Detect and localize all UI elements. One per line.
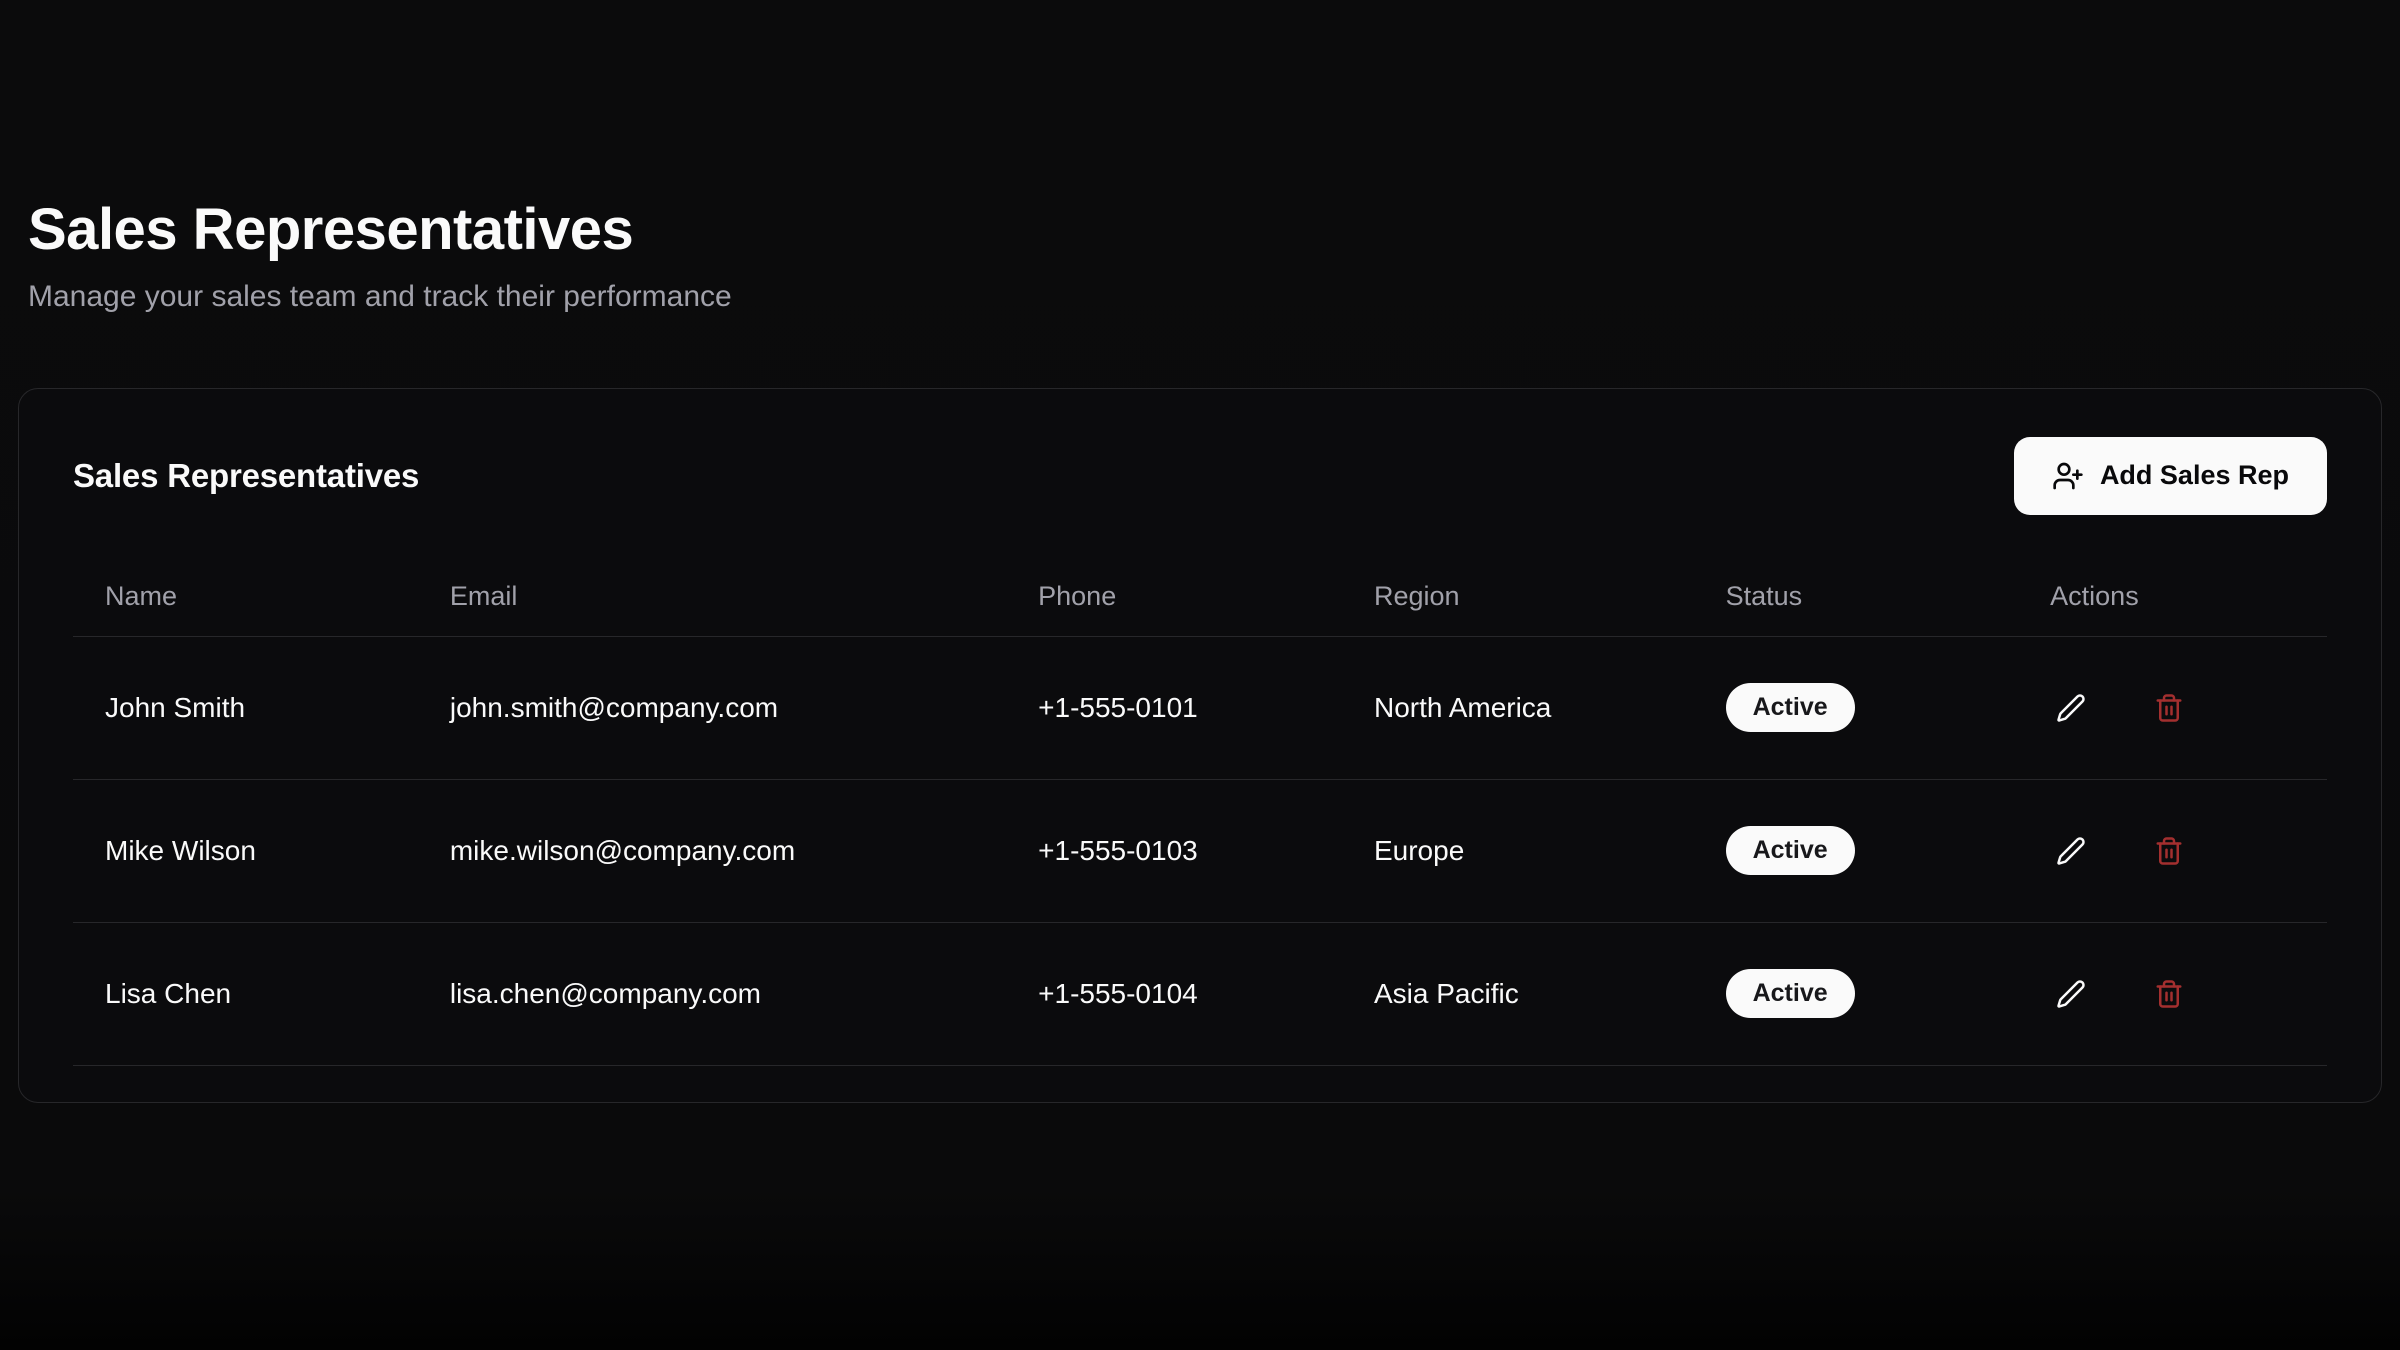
page-title: Sales Representatives bbox=[28, 198, 2372, 262]
column-header-status: Status bbox=[1694, 557, 2019, 637]
sales-reps-card: Sales Representatives Add Sales Rep bbox=[18, 388, 2382, 1103]
table-row: John Smith john.smith@company.com +1-555… bbox=[73, 636, 2327, 779]
add-sales-rep-label: Add Sales Rep bbox=[2100, 460, 2289, 491]
pencil-icon bbox=[2056, 836, 2086, 866]
pencil-icon bbox=[2056, 979, 2086, 1009]
rep-region: Europe bbox=[1342, 779, 1694, 922]
add-sales-rep-button[interactable]: Add Sales Rep bbox=[2014, 437, 2327, 515]
delete-button[interactable] bbox=[2148, 973, 2190, 1015]
column-header-email: Email bbox=[418, 557, 1006, 637]
status-badge: Active bbox=[1726, 683, 1855, 732]
rep-region: Asia Pacific bbox=[1342, 922, 1694, 1065]
rep-name: John Smith bbox=[73, 636, 418, 779]
rep-email: mike.wilson@company.com bbox=[418, 779, 1006, 922]
user-plus-icon bbox=[2052, 460, 2084, 492]
status-badge: Active bbox=[1726, 826, 1855, 875]
trash-icon bbox=[2154, 979, 2184, 1009]
trash-icon bbox=[2154, 693, 2184, 723]
card-header: Sales Representatives Add Sales Rep bbox=[73, 437, 2327, 515]
column-header-name: Name bbox=[73, 557, 418, 637]
sales-reps-table: Name Email Phone Region Status Actions J… bbox=[73, 557, 2327, 1066]
row-actions bbox=[2050, 973, 2295, 1015]
delete-button[interactable] bbox=[2148, 687, 2190, 729]
pencil-icon bbox=[2056, 693, 2086, 723]
edit-button[interactable] bbox=[2050, 973, 2092, 1015]
table-header-row: Name Email Phone Region Status Actions bbox=[73, 557, 2327, 637]
rep-name: Mike Wilson bbox=[73, 779, 418, 922]
row-actions bbox=[2050, 830, 2295, 872]
rep-phone: +1-555-0103 bbox=[1006, 779, 1342, 922]
column-header-region: Region bbox=[1342, 557, 1694, 637]
page-header: Sales Representatives Manage your sales … bbox=[18, 0, 2382, 314]
page-subtitle: Manage your sales team and track their p… bbox=[28, 280, 2372, 314]
table-row: Mike Wilson mike.wilson@company.com +1-5… bbox=[73, 779, 2327, 922]
rep-email: lisa.chen@company.com bbox=[418, 922, 1006, 1065]
delete-button[interactable] bbox=[2148, 830, 2190, 872]
rep-name: Lisa Chen bbox=[73, 922, 418, 1065]
row-actions bbox=[2050, 687, 2295, 729]
status-badge: Active bbox=[1726, 969, 1855, 1018]
page: Sales Representatives Manage your sales … bbox=[0, 0, 2400, 1103]
rep-phone: +1-555-0101 bbox=[1006, 636, 1342, 779]
edit-button[interactable] bbox=[2050, 687, 2092, 729]
column-header-actions: Actions bbox=[2018, 557, 2327, 637]
edit-button[interactable] bbox=[2050, 830, 2092, 872]
rep-region: North America bbox=[1342, 636, 1694, 779]
card-title: Sales Representatives bbox=[73, 457, 419, 495]
trash-icon bbox=[2154, 836, 2184, 866]
table-row: Lisa Chen lisa.chen@company.com +1-555-0… bbox=[73, 922, 2327, 1065]
column-header-phone: Phone bbox=[1006, 557, 1342, 637]
rep-phone: +1-555-0104 bbox=[1006, 922, 1342, 1065]
rep-email: john.smith@company.com bbox=[418, 636, 1006, 779]
